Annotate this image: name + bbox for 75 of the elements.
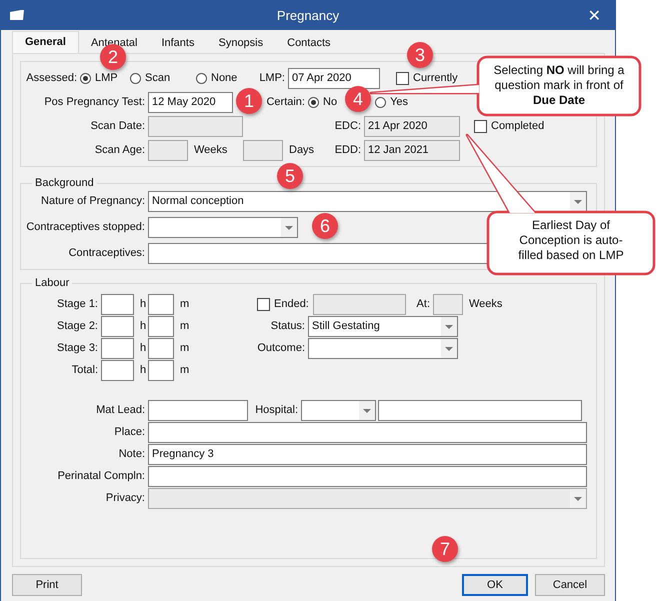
dropdown[interactable]	[301, 400, 376, 420]
radio-option[interactable]: LMP	[80, 72, 130, 84]
number-field[interactable]	[148, 316, 174, 336]
field-label: Stage 1:	[56, 298, 99, 310]
date-field[interactable]: 12 May 2020	[148, 92, 233, 112]
number-field[interactable]	[243, 140, 283, 160]
field-label: Scan Date:	[90, 120, 146, 132]
field-label: Status:	[270, 320, 306, 332]
field-label: Mat Lead:	[95, 404, 146, 416]
number-field[interactable]	[433, 294, 463, 314]
field-label: EDD:	[334, 144, 362, 156]
radio-option[interactable]: No	[308, 96, 338, 108]
unit-label: Weeks	[468, 298, 502, 310]
radio-option[interactable]: Scan	[130, 72, 196, 84]
number-field[interactable]	[148, 360, 174, 380]
group-title: Background	[34, 177, 95, 189]
field-label: Pos Pregnancy Test:	[43, 96, 146, 108]
close-button[interactable]: ✕	[584, 6, 605, 24]
callout-text: Earliest Day of Conception is auto-filled based on LMP	[517, 218, 625, 263]
field-label: Total:	[70, 364, 99, 376]
field-label: Certain:	[266, 96, 306, 108]
group-title: Labour	[34, 277, 70, 289]
text-field[interactable]	[148, 400, 248, 420]
number-field[interactable]	[101, 294, 134, 314]
text-field[interactable]: Pregnancy 3	[148, 444, 587, 464]
field-label: Stage 3:	[56, 342, 99, 354]
field-label: Hospital:	[254, 404, 299, 416]
window-title: Pregnancy	[276, 8, 340, 22]
field-label: Contraceptives stopped:	[26, 221, 146, 233]
dialog-button[interactable]: Print	[12, 574, 82, 596]
field-label: Nature of Pregnancy:	[40, 195, 146, 207]
field-label: Stage 2:	[56, 320, 99, 332]
field-label: EDC:	[334, 120, 362, 132]
field-label: Privacy:	[104, 492, 146, 504]
checkbox-option[interactable]: Completed	[474, 120, 544, 132]
field-label: Contraceptives:	[68, 247, 146, 259]
date-field[interactable]: 07 Apr 2020	[288, 68, 380, 88]
dropdown[interactable]: Normal conception	[148, 190, 587, 212]
unit-label: m	[179, 342, 188, 354]
text-field[interactable]	[148, 466, 587, 486]
dropdown[interactable]: Still Gestating	[308, 316, 458, 336]
unit-label: Weeks	[193, 144, 228, 156]
field-label: At:	[416, 298, 431, 310]
unit-label: h	[139, 342, 148, 354]
number-field[interactable]	[148, 294, 174, 314]
field-label: Note:	[118, 448, 146, 460]
unit-label: h	[139, 298, 148, 310]
number-field[interactable]	[101, 338, 134, 358]
radio-option[interactable]: None	[196, 72, 258, 84]
unit-label: h	[139, 364, 148, 376]
unit-label: m	[179, 298, 188, 310]
text-field[interactable]	[148, 422, 587, 442]
radio-option[interactable]: Yes	[375, 96, 408, 108]
field-label: Assessed:	[26, 72, 78, 84]
number-field[interactable]	[148, 338, 174, 358]
tab[interactable]: General	[12, 31, 79, 53]
dropdown[interactable]	[148, 216, 298, 238]
field-label: LMP:	[258, 72, 286, 84]
unit-label: m	[179, 364, 188, 376]
dialog-button[interactable]: OK	[462, 574, 528, 596]
checkbox-option[interactable]: Currently	[396, 72, 458, 84]
window-icon	[9, 9, 25, 21]
callout-text: Selecting NO will bring a question mark in front of Due Date	[492, 63, 626, 108]
field-label: Place:	[113, 426, 146, 438]
dialog-button[interactable]: Cancel	[535, 574, 605, 596]
field-label: Outcome:	[257, 342, 306, 354]
field-label: Scan Age:	[94, 144, 146, 156]
unit-label: h	[139, 320, 148, 332]
field-label: Perinatal Compln:	[56, 470, 146, 482]
number-field[interactable]	[101, 360, 134, 380]
number-field[interactable]	[101, 316, 134, 336]
text-field[interactable]	[378, 400, 582, 420]
unit-label: m	[179, 320, 188, 332]
unit-label: Days	[288, 144, 316, 156]
dropdown[interactable]	[308, 338, 458, 358]
